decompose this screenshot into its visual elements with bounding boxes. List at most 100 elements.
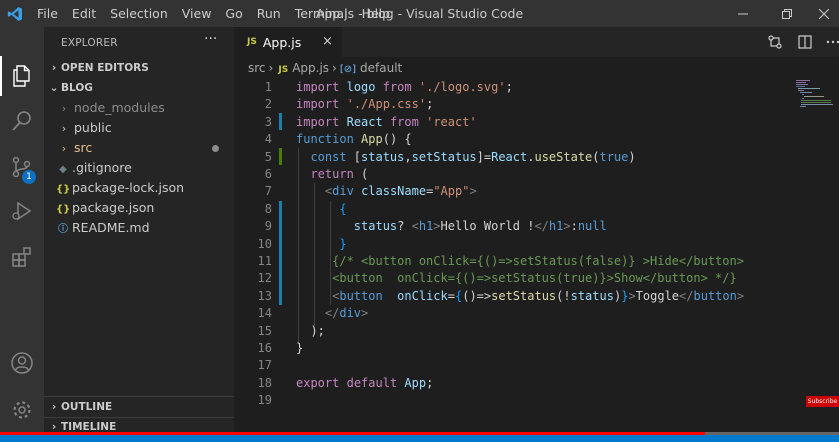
sidebar-title: EXPLORER xyxy=(61,37,118,49)
chevron-right-icon: › xyxy=(61,142,67,155)
modified-indicator xyxy=(212,145,219,152)
minimize-button[interactable] xyxy=(721,0,765,27)
tree-item-package-lock[interactable]: {} package-lock.json xyxy=(44,178,234,198)
menu-view[interactable]: View xyxy=(175,0,219,27)
tree-item-readme[interactable]: ⓘ README.md xyxy=(44,218,234,238)
more-actions-icon[interactable]: ··· xyxy=(204,31,217,47)
code-line: 14 </div> xyxy=(257,306,369,321)
breadcrumb-symbol[interactable]: default xyxy=(360,57,402,79)
menu-selection[interactable]: Selection xyxy=(103,0,175,27)
folder-label: BLOG xyxy=(61,82,93,94)
menu-run[interactable]: Run xyxy=(250,0,288,27)
more-actions-icon[interactable] xyxy=(824,33,839,51)
tree-item-package-json[interactable]: {} package.json xyxy=(44,198,234,218)
menu-go[interactable]: Go xyxy=(218,0,249,27)
code-line: 13 <button onClick={()=>setStatus(!statu… xyxy=(257,288,745,303)
close-icon xyxy=(819,8,829,19)
chevron-right-icon: › xyxy=(51,62,57,74)
menu-bar: File Edit Selection View Go Run Terminal… xyxy=(30,0,397,27)
tree-item-label: package-lock.json xyxy=(72,180,185,195)
outline-label: OUTLINE xyxy=(61,401,113,413)
restore-icon xyxy=(782,8,792,19)
menu-edit[interactable]: Edit xyxy=(65,0,103,27)
code-line: 18 export default App; xyxy=(257,375,434,390)
status-bar xyxy=(0,435,839,442)
tree-item-src[interactable]: › src xyxy=(44,138,234,158)
tree-item-label: package.json xyxy=(72,200,155,215)
menu-terminal[interactable]: Terminal xyxy=(288,0,355,27)
window-controls xyxy=(721,0,839,27)
chevron-right-icon: › xyxy=(61,102,67,115)
account-icon[interactable] xyxy=(0,341,44,385)
menu-help[interactable]: Help xyxy=(355,0,398,27)
menu-file[interactable]: File xyxy=(30,0,65,27)
code-line: 12 <button onClick={()=>setStatus(true)}… xyxy=(257,271,737,286)
tab-label: App.js xyxy=(262,34,302,50)
title-bar: File Edit Selection View Go Run Terminal… xyxy=(0,0,839,27)
gitignore-file-icon: ◆ xyxy=(59,164,67,175)
source-control-badge: 1 xyxy=(22,170,36,184)
code-line: 15 ); xyxy=(257,323,325,338)
tree-item-label: README.md xyxy=(72,220,150,235)
symbol-variable-icon: [⊘] xyxy=(339,64,357,75)
outline-section[interactable]: › OUTLINE xyxy=(44,397,234,417)
code-line: 9 status? <h1>Hello World !</h1>:null xyxy=(264,219,607,234)
code-line: 10 } xyxy=(257,236,347,251)
subscribe-button[interactable]: Subscribe xyxy=(806,396,839,407)
json-file-icon: {} xyxy=(56,204,71,215)
tree-item-label: .gitignore xyxy=(72,160,132,175)
explorer-icon[interactable] xyxy=(0,54,44,98)
code-line: 11 {/* <button onClick={()=>setStatus(fa… xyxy=(257,254,744,268)
tree-item-label: node_modules xyxy=(74,100,165,115)
open-changes-icon[interactable] xyxy=(766,33,784,51)
code-line: 6 return ( xyxy=(264,167,369,181)
tree-item-gitignore[interactable]: ◆ .gitignore xyxy=(44,158,234,178)
tab-close-icon[interactable]: × xyxy=(322,34,333,49)
json-file-icon: {} xyxy=(56,184,71,195)
breadcrumb: src › JS App.js › [⊘] default xyxy=(234,57,839,79)
tree-item-public[interactable]: › public xyxy=(44,118,234,138)
explorer-sidebar: EXPLORER ··· › OPEN EDITORS ⌄ BLOG › node_m… xyxy=(44,27,234,433)
tree-item-node-modules[interactable]: › node_modules xyxy=(44,98,234,118)
code-line: 1 import logo from './logo.svg'; xyxy=(264,80,513,94)
chevron-right-icon: › xyxy=(332,61,337,75)
restore-button[interactable] xyxy=(765,0,809,27)
info-file-icon: ⓘ xyxy=(58,224,68,235)
chevron-right-icon: › xyxy=(61,122,67,135)
extensions-icon[interactable] xyxy=(0,235,44,279)
breadcrumb-file[interactable]: App.js xyxy=(292,57,329,79)
open-editors-label: OPEN EDITORS xyxy=(61,62,149,74)
minimize-icon xyxy=(738,13,748,14)
code-line: 3 import React from 'react' xyxy=(264,114,477,129)
open-editors-section[interactable]: › OPEN EDITORS xyxy=(44,58,234,78)
code-line: 7 <div className="App"> xyxy=(264,184,477,199)
activity-bar: 1 xyxy=(0,27,44,432)
breadcrumb-folder[interactable]: src xyxy=(248,57,266,79)
js-file-icon: JS xyxy=(278,65,289,75)
vscode-logo-icon xyxy=(0,0,30,27)
split-editor-icon[interactable] xyxy=(796,33,814,51)
run-debug-icon[interactable] xyxy=(0,189,44,233)
close-window-button[interactable] xyxy=(809,0,839,27)
chevron-right-icon: › xyxy=(268,61,274,75)
js-file-icon: JS xyxy=(247,37,257,47)
minimap[interactable] xyxy=(794,79,839,119)
chevron-right-icon: › xyxy=(51,401,57,413)
editor-tabs: JS App.js × xyxy=(234,27,839,57)
chevron-down-icon: ⌄ xyxy=(49,82,59,94)
code-editor[interactable]: 1 import logo from './logo.svg'; 2 import … xyxy=(234,79,794,409)
code-line: 8 { xyxy=(264,201,347,216)
code-line: 4 function App() { xyxy=(264,132,412,147)
code-line: 17 xyxy=(257,358,272,373)
tree-item-label: public xyxy=(74,120,112,135)
code-line: 19 xyxy=(257,393,272,408)
manage-gear-icon[interactable] xyxy=(0,388,44,432)
tab-app-js[interactable]: JS App.js × xyxy=(234,27,342,57)
code-line: 5 const [status,setStatus]=React.useStat… xyxy=(264,149,636,164)
code-line: 2 import './App.css'; xyxy=(264,97,434,112)
code-line: 16} xyxy=(257,341,304,355)
tree-item-label: src xyxy=(74,140,93,155)
source-control-icon[interactable] xyxy=(0,145,44,189)
search-icon[interactable] xyxy=(0,99,44,143)
folder-section[interactable]: ⌄ BLOG xyxy=(44,78,234,98)
